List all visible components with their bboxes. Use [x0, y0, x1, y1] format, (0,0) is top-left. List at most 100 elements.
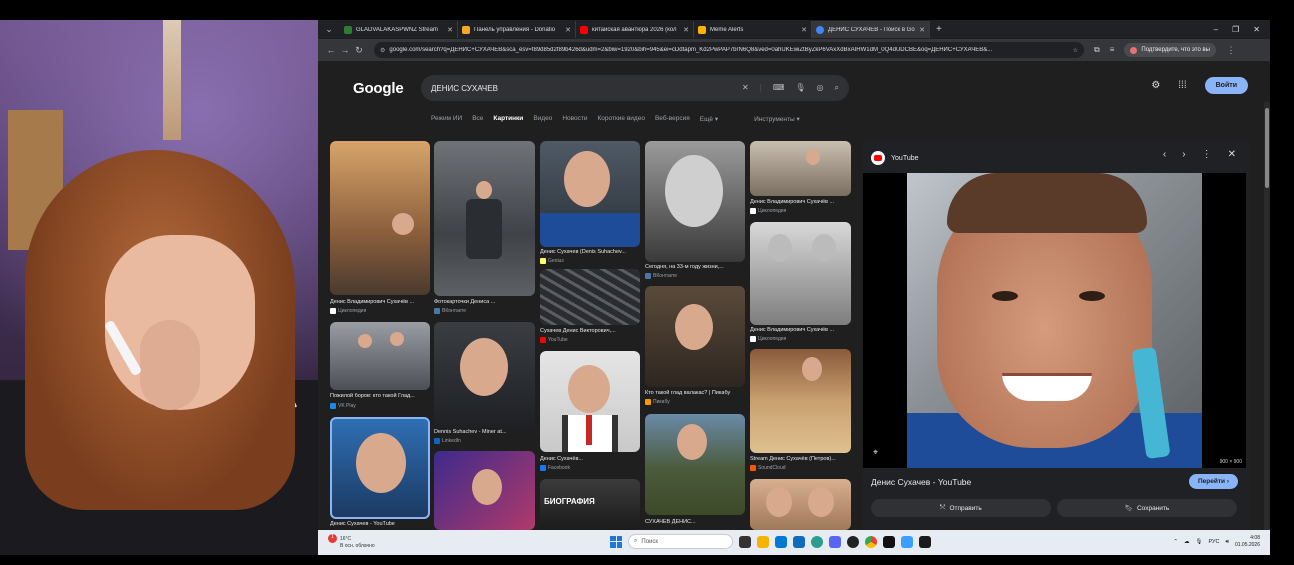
weather-widget[interactable]: 1 16°C В осн. облачно	[328, 534, 375, 550]
preview-image[interactable]: ⌖ 900 × 900	[863, 173, 1246, 468]
browser-tab[interactable]: GLADVALAKASPWNZ Stream ✕	[340, 21, 458, 38]
close-icon[interactable]: ✕	[447, 26, 453, 34]
result-caption[interactable]: Денис Сухачев (Denis Suhachev...	[540, 249, 640, 255]
prev-arrow-icon[interactable]: ‹	[1163, 149, 1166, 160]
discord-icon[interactable]	[829, 535, 841, 548]
task-view-icon[interactable]	[739, 535, 751, 548]
result-image[interactable]	[750, 141, 851, 196]
clear-icon[interactable]: ✕	[742, 83, 749, 93]
extensions-icon[interactable]: ⧉	[1094, 45, 1100, 55]
tray-overflow-icon[interactable]: ⌃	[1173, 539, 1178, 545]
tab-short-videos[interactable]: Короткие видео	[597, 115, 644, 123]
result-source[interactable]: ВКонтакте	[434, 308, 466, 314]
result-caption[interactable]: Денис Владимирович Сухачёв ...	[750, 199, 851, 205]
edge-icon[interactable]	[811, 535, 823, 548]
reload-button[interactable]: ↻	[352, 45, 366, 56]
settings-gear-icon[interactable]: ⚙	[1151, 80, 1160, 91]
lens-camera-icon[interactable]: ◎	[817, 83, 824, 93]
back-button[interactable]: ←	[324, 45, 338, 55]
result-image[interactable]	[750, 479, 851, 530]
scrollbar-thumb[interactable]	[1265, 108, 1269, 188]
obs-icon[interactable]	[847, 535, 859, 548]
browser-tab[interactable]: Панель управления - Donatio ✕	[458, 21, 576, 38]
result-image[interactable]	[750, 222, 851, 325]
search-input[interactable]	[431, 83, 743, 93]
browser-tab-active[interactable]: ДЕНИС СУХАЧЕВ - Поиск в Go ✕	[812, 21, 930, 38]
tab-web[interactable]: Веб-версия	[655, 115, 690, 123]
result-caption[interactable]: Фотокарточки Дениса ...	[434, 299, 535, 305]
tab-ai-mode[interactable]: Режим ИИ	[431, 115, 462, 123]
result-caption[interactable]: Пожилой боров: кто такой Глад...	[330, 393, 430, 399]
taskbar-search[interactable]: ⌕ Поиск	[628, 534, 733, 549]
forward-button[interactable]: →	[338, 45, 352, 55]
outlook-icon[interactable]	[793, 535, 805, 548]
page-scrollbar[interactable]	[1264, 102, 1270, 530]
result-image[interactable]	[645, 141, 745, 262]
result-caption[interactable]: Денис Владимирович Сухачёв ...	[750, 327, 851, 333]
menu-kebab-icon[interactable]: ⋮	[1224, 45, 1238, 56]
result-source[interactable]: VK Play	[330, 403, 356, 409]
browser-tab[interactable]: Meme Alerts ✕	[694, 21, 812, 38]
result-source[interactable]: ВКонтакте	[645, 273, 677, 279]
result-image[interactable]	[330, 322, 430, 390]
tab-search-icon[interactable]: ⌄	[322, 24, 336, 35]
result-caption[interactable]: Денис Сухачёв...	[540, 456, 640, 462]
result-source[interactable]: Пикабу	[645, 399, 670, 405]
google-logo[interactable]: Google	[353, 80, 404, 97]
result-image[interactable]: БИОГРАФИЯ	[540, 479, 640, 530]
result-image-selected[interactable]	[330, 417, 430, 519]
result-caption[interactable]: Сухачев Денис Викторович,...	[540, 328, 640, 334]
result-caption[interactable]: Dennis Suhachev - Miner at...	[434, 429, 535, 435]
tab-videos[interactable]: Видео	[533, 115, 552, 123]
language-indicator[interactable]: РУС	[1208, 539, 1219, 545]
share-button[interactable]: ⤲ Отправить	[871, 499, 1051, 517]
terminal-icon[interactable]	[919, 535, 931, 548]
sign-in-button[interactable]: Войти	[1204, 77, 1248, 94]
bookmark-star-icon[interactable]: ☆	[1073, 47, 1078, 54]
next-arrow-icon[interactable]: ›	[1182, 149, 1185, 160]
tab-more[interactable]: Ещё ▾	[700, 115, 718, 123]
result-image[interactable]	[540, 269, 640, 325]
close-icon[interactable]: ✕	[565, 26, 571, 34]
result-image[interactable]	[434, 451, 535, 530]
close-icon[interactable]: ✕	[683, 26, 689, 34]
result-image[interactable]	[750, 349, 851, 453]
volume-icon[interactable]: 🔊︎	[1226, 539, 1229, 546]
result-source[interactable]: SoundCloud	[750, 465, 786, 471]
tab-all[interactable]: Все	[472, 115, 483, 123]
lens-search-icon[interactable]: ⌖	[873, 447, 878, 458]
preview-source[interactable]: YouTube	[871, 151, 919, 165]
tab-images[interactable]: Картинки	[493, 115, 523, 123]
telegram-icon[interactable]	[901, 535, 913, 548]
network-icon[interactable]: ☁	[1184, 539, 1190, 545]
clock[interactable]: 4:08 01.05.2026	[1235, 535, 1260, 549]
microphone-icon[interactable]: 🎙	[795, 83, 805, 93]
browser-tab[interactable]: китайская авантюра 2026 (кол ✕	[576, 21, 694, 38]
playlist-icon[interactable]: ≡	[1110, 45, 1115, 55]
preview-title[interactable]: Денис Сухачев - YouTube	[871, 477, 971, 487]
address-bar[interactable]: ⚙ google.com/search?q=ДЕНИС+СУХАЧЕВ&sca_…	[374, 42, 1084, 58]
result-image[interactable]	[330, 141, 430, 295]
search-box[interactable]: ✕ | ⌨ 🎙 ◎ ⌕	[421, 75, 849, 101]
visit-button[interactable]: Перейти ›	[1188, 474, 1238, 489]
close-icon[interactable]: ✕	[919, 26, 925, 34]
keyboard-icon[interactable]: ⌨	[773, 83, 785, 93]
window-close-button[interactable]: ✕	[1253, 25, 1260, 34]
result-image[interactable]	[434, 322, 535, 428]
restore-button[interactable]: ❐	[1232, 25, 1239, 34]
result-caption[interactable]: Денис Владимирович Сухачёв ...	[330, 299, 430, 305]
result-caption[interactable]: Stream Денис Сухачёв (Петров)...	[750, 456, 851, 462]
result-source[interactable]: Циклопедия	[750, 336, 786, 342]
result-source[interactable]: Циклопедия	[330, 308, 366, 314]
site-info-icon[interactable]: ⚙	[380, 47, 385, 54]
result-source[interactable]: Циклопедия	[750, 208, 786, 214]
save-button[interactable]: 🔖︎ Сохранить	[1057, 499, 1237, 517]
result-caption[interactable]: Денис Сухачев - YouTube	[330, 521, 430, 527]
minimize-button[interactable]: –	[1214, 25, 1218, 34]
result-source[interactable]: Facebook	[540, 465, 570, 471]
profile-chip[interactable]: Подтвердите, что это вы	[1124, 43, 1216, 57]
result-image[interactable]	[540, 351, 640, 452]
store-icon[interactable]	[775, 535, 787, 548]
result-caption[interactable]: СУХАЧЁВ ДЕНИС...	[645, 519, 745, 525]
close-preview-icon[interactable]: ✕	[1228, 149, 1236, 160]
